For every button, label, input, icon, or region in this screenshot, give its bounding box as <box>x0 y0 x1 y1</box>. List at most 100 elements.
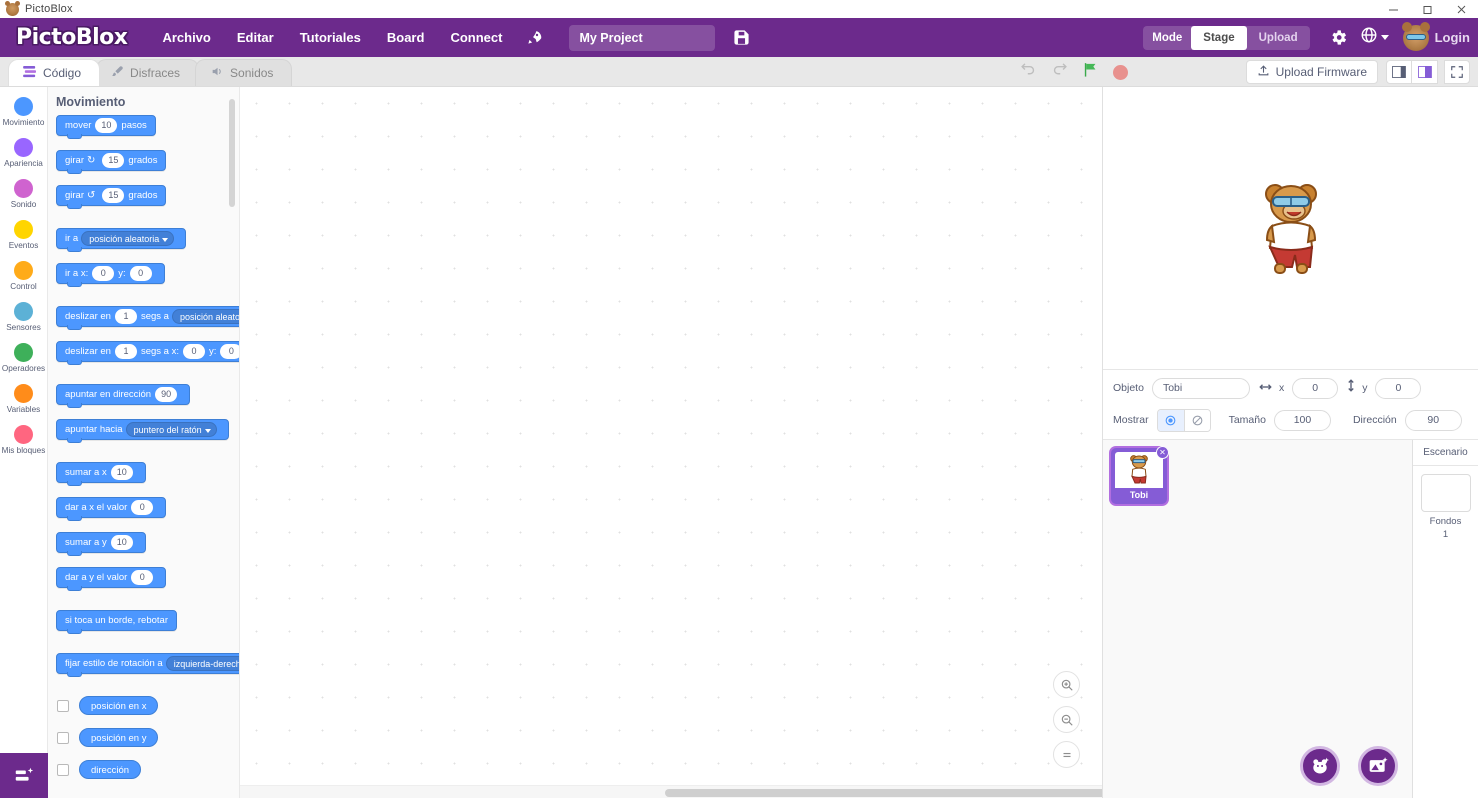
stop-icon[interactable] <box>1113 64 1128 80</box>
sprite-list[interactable]: ✕ Tobi <box>1103 440 1412 798</box>
layout-small-stage-icon[interactable] <box>1386 60 1412 84</box>
menu-connect[interactable]: Connect <box>439 23 513 52</box>
reporter-posicion-en-y[interactable]: posición en y <box>79 728 159 747</box>
minimize-icon[interactable] <box>1376 0 1410 18</box>
sprite-size-input[interactable] <box>1273 409 1331 431</box>
stage-backdrop-thumbnail[interactable] <box>1420 474 1471 512</box>
category-control[interactable]: Control <box>0 259 47 294</box>
reporter-direccion[interactable]: dirección <box>79 760 142 779</box>
green-flag-icon[interactable] <box>1082 61 1099 83</box>
tab-sonidos[interactable]: Sonidos <box>195 59 293 86</box>
block-input[interactable]: 0 <box>131 500 154 515</box>
block-palette[interactable]: Movimiento mover 10 pasos girar ↻ 15 gra… <box>48 87 240 798</box>
block-ir-a[interactable]: ir a posición aleatoria <box>56 228 187 252</box>
redo-icon[interactable] <box>1051 61 1068 83</box>
block-input[interactable]: 10 <box>110 535 133 550</box>
pictoblox-logo[interactable]: PictoBlox <box>10 25 133 50</box>
category-sonido[interactable]: Sonido <box>0 177 47 212</box>
block-input[interactable]: 0 <box>182 344 205 359</box>
block-input[interactable]: 10 <box>95 118 118 133</box>
block-dropdown[interactable]: izquierda-derecha <box>165 656 239 671</box>
sprite-direction-input[interactable] <box>1404 409 1462 431</box>
category-variables[interactable]: Variables <box>0 382 47 417</box>
layout-large-stage-icon[interactable] <box>1412 60 1438 84</box>
block-deslizar-segs-a[interactable]: deslizar en 1 segs a posición aleatoria <box>56 306 239 330</box>
mode-option-stage[interactable]: Stage <box>1191 25 1247 50</box>
category-operadores[interactable]: Operadores <box>0 341 47 376</box>
block-input[interactable]: 15 <box>102 153 125 168</box>
category-movimiento[interactable]: Movimiento <box>0 95 47 130</box>
sprite-x-input[interactable] <box>1292 377 1339 399</box>
menu-tutoriales[interactable]: Tutoriales <box>289 23 372 52</box>
block-input[interactable]: 0 <box>92 266 115 281</box>
add-sprite-button[interactable] <box>1300 746 1340 786</box>
add-backdrop-button[interactable] <box>1358 746 1398 786</box>
upload-firmware-button[interactable]: Upload Firmware <box>1245 60 1378 84</box>
close-icon[interactable]: ✕ <box>1156 446 1169 459</box>
scrollbar-thumb[interactable] <box>665 789 1102 797</box>
mode-option-upload[interactable]: Upload <box>1247 26 1310 50</box>
block-input[interactable]: 90 <box>155 387 178 402</box>
category-eventos[interactable]: Eventos <box>0 218 47 253</box>
gear-icon[interactable] <box>1324 23 1354 53</box>
close-icon[interactable] <box>1444 0 1478 18</box>
login-button[interactable]: Login <box>1401 21 1470 51</box>
workspace-horizontal-scrollbar[interactable] <box>240 785 1102 798</box>
undo-icon[interactable] <box>1020 61 1037 83</box>
tab-disfraces[interactable]: Disfraces <box>96 59 200 86</box>
block-girar-ccw[interactable]: girar ↺ 15 grados <box>56 185 167 209</box>
block-sumar-a-x[interactable]: sumar a x 10 <box>56 462 146 486</box>
block-apuntar-direccion[interactable]: apuntar en dirección 90 <box>56 384 191 408</box>
reporter-posicion-en-x-row: posición en x <box>56 696 239 715</box>
eye-visible-icon[interactable] <box>1157 409 1184 431</box>
reporter-checkbox[interactable] <box>57 731 69 744</box>
reporter-checkbox[interactable] <box>57 699 69 712</box>
category-apariencia[interactable]: Apariencia <box>0 136 47 171</box>
block-ir-a-xy[interactable]: ir a x: 0 y: 0 <box>56 263 165 287</box>
maximize-icon[interactable] <box>1410 0 1444 18</box>
stage-sprite-tobi[interactable] <box>1258 180 1324 276</box>
category-sensores[interactable]: Sensores <box>0 300 47 335</box>
block-dropdown[interactable]: puntero del ratón <box>125 422 217 437</box>
block-input[interactable]: 1 <box>114 309 137 324</box>
menu-editar[interactable]: Editar <box>226 23 285 52</box>
eye-hidden-icon[interactable] <box>1183 409 1210 431</box>
block-mover[interactable]: mover 10 pasos <box>56 115 156 139</box>
category-mis-bloques[interactable]: Mis bloques <box>0 423 47 458</box>
sprite-card-tobi[interactable]: ✕ Tobi <box>1111 446 1169 504</box>
block-dar-a-x[interactable]: dar a x el valor 0 <box>56 497 167 521</box>
reporter-posicion-en-x[interactable]: posición en x <box>79 696 159 715</box>
language-selector[interactable] <box>1356 26 1393 49</box>
block-input[interactable]: 0 <box>220 344 239 359</box>
zoom-reset-icon[interactable] <box>1053 741 1080 768</box>
sprite-y-input[interactable] <box>1375 377 1422 399</box>
block-dropdown[interactable]: posición aleatoria <box>81 231 175 246</box>
block-input[interactable]: 0 <box>131 570 154 585</box>
block-input[interactable]: 1 <box>114 344 137 359</box>
add-extension-button[interactable] <box>0 753 48 798</box>
block-dropdown[interactable]: posición aleatoria <box>171 309 239 324</box>
project-name-input[interactable] <box>569 24 716 51</box>
block-input[interactable]: 0 <box>129 266 152 281</box>
save-icon[interactable] <box>729 26 753 50</box>
block-input[interactable]: 10 <box>110 465 133 480</box>
block-girar-cw[interactable]: girar ↻ 15 grados <box>56 150 167 174</box>
menu-archivo[interactable]: Archivo <box>151 23 221 52</box>
zoom-out-icon[interactable] <box>1053 706 1080 733</box>
rocket-icon[interactable] <box>521 25 547 51</box>
block-dar-a-y[interactable]: dar a y el valor 0 <box>56 567 167 591</box>
zoom-in-icon[interactable] <box>1053 671 1080 698</box>
menu-board[interactable]: Board <box>376 23 436 52</box>
stage-view[interactable] <box>1103 87 1478 370</box>
block-apuntar-hacia[interactable]: apuntar hacia puntero del ratón <box>56 419 229 443</box>
block-estilo-rotacion[interactable]: fijar estilo de rotación a izquierda-der… <box>56 653 239 677</box>
fullscreen-icon[interactable] <box>1444 60 1470 84</box>
block-deslizar-segs-xy[interactable]: deslizar en 1 segs a x: 0 y: 0 <box>56 341 239 365</box>
sprite-name-input[interactable] <box>1151 377 1250 399</box>
tab-codigo[interactable]: Código <box>8 59 101 86</box>
block-input[interactable]: 15 <box>102 188 125 203</box>
block-rebotar-borde[interactable]: si toca un borde, rebotar <box>56 610 177 634</box>
blocks-workspace[interactable] <box>240 87 1102 798</box>
reporter-checkbox[interactable] <box>57 763 69 776</box>
block-sumar-a-y[interactable]: sumar a y 10 <box>56 532 146 556</box>
